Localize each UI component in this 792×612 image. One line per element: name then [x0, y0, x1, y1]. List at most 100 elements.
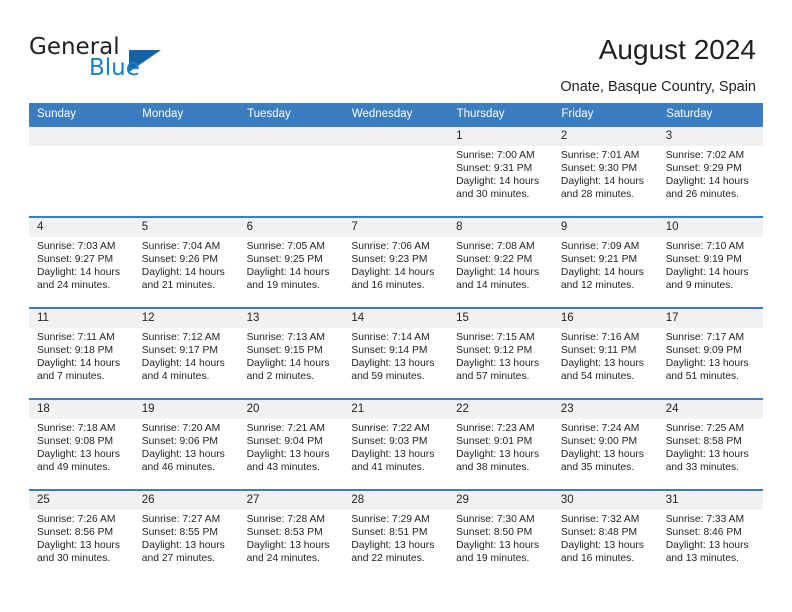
- calendar-day-cell[interactable]: 2 Sunrise: 7:01 AM Sunset: 9:30 PM Daylight…: [552, 125, 658, 217]
- calendar-day-cell[interactable]: 19 Sunrise: 7:20 AM Sunset: 9:06 PM Dayligh…: [133, 398, 239, 490]
- calendar-day-cell[interactable]: 9 Sunrise: 7:09 AM Sunset: 9:21 PM Daylight…: [552, 216, 658, 308]
- calendar-day-cell[interactable]: 12 Sunrise: 7:12 AM Sunset: 9:17 PM Dayligh…: [133, 307, 239, 399]
- sunset-text: Sunset: 8:46 PM: [665, 527, 742, 539]
- calendar-day-cell[interactable]: 25 Sunrise: 7:26 AM Sunset: 8:56 PM Dayligh…: [29, 489, 134, 580]
- calendar-day-cell[interactable]: 3 Sunrise: 7:02 AM Sunset: 9:29 PM Daylight…: [657, 125, 763, 217]
- calendar-day-cell[interactable]: 17 Sunrise: 7:17 AM Sunset: 9:09 PM Dayligh…: [657, 307, 763, 399]
- daylight-text-line2: and 9 minutes.: [665, 280, 734, 292]
- day-cell-29: 29 Sunrise: 7:30 AM Sunset: 8:50 PM Dayligh…: [448, 491, 553, 580]
- day-number: [343, 127, 449, 146]
- calendar-week-row: 11 Sunrise: 7:11 AM Sunset: 9:18 PM Dayligh…: [29, 307, 763, 399]
- day-details: Sunrise: 7:21 AM Sunset: 9:04 PM Daylight:…: [239, 419, 344, 474]
- daylight-text-line2: and 43 minutes.: [246, 462, 320, 474]
- day-details: Sunrise: 7:12 AM Sunset: 9:17 PM Daylight:…: [134, 328, 239, 383]
- calendar-day-cell[interactable]: [238, 125, 344, 217]
- daylight-text-line1: Daylight: 13 hours: [560, 449, 644, 461]
- daylight-text-line2: and 2 minutes.: [246, 371, 315, 383]
- day-cell-18: 18 Sunrise: 7:18 AM Sunset: 9:08 PM Dayligh…: [29, 400, 134, 489]
- sunrise-text: Sunrise: 7:04 AM: [141, 241, 221, 252]
- sunrise-text: Sunrise: 7:11 AM: [37, 332, 115, 343]
- day-details: Sunrise: 7:16 AM Sunset: 9:11 PM Daylight:…: [553, 328, 658, 383]
- daylight-text-line1: Daylight: 14 hours: [246, 267, 330, 279]
- calendar-day-cell[interactable]: 27 Sunrise: 7:28 AM Sunset: 8:53 PM Dayligh…: [238, 489, 344, 580]
- general-blue-logo[interactable]: General Blue: [29, 34, 259, 84]
- calendar-day-cell[interactable]: 24 Sunrise: 7:25 AM Sunset: 8:58 PM Dayligh…: [657, 398, 763, 490]
- sunrise-text: Sunrise: 7:02 AM: [665, 150, 745, 161]
- sunrise-text: Sunrise: 7:25 AM: [665, 423, 745, 434]
- daylight-text-line1: Daylight: 13 hours: [560, 540, 644, 552]
- daylight-text-line2: and 27 minutes.: [141, 553, 216, 565]
- calendar-day-cell[interactable]: 11 Sunrise: 7:11 AM Sunset: 9:18 PM Dayligh…: [29, 307, 134, 399]
- sunrise-text: Sunrise: 7:20 AM: [141, 423, 221, 434]
- calendar-day-cell[interactable]: 21 Sunrise: 7:22 AM Sunset: 9:03 PM Dayligh…: [343, 398, 449, 490]
- day-details: Sunrise: 7:10 AM Sunset: 9:19 PM Daylight:…: [658, 237, 763, 292]
- calendar-day-cell[interactable]: [29, 125, 134, 217]
- day-cell-26: 26 Sunrise: 7:27 AM Sunset: 8:55 PM Dayligh…: [133, 491, 239, 580]
- daylight-text-line1: Daylight: 13 hours: [37, 540, 120, 552]
- daylight-text-line2: and 30 minutes.: [456, 189, 530, 201]
- calendar-day-cell[interactable]: 1 Sunrise: 7:00 AM Sunset: 9:31 PM Daylight…: [448, 125, 553, 217]
- calendar-day-cell[interactable]: [133, 125, 239, 217]
- day-number: 4: [29, 218, 134, 237]
- sunset-text: Sunset: 9:09 PM: [665, 345, 742, 357]
- weekday-header-thursday: Thursday: [448, 103, 554, 126]
- day-number: 29: [448, 491, 553, 510]
- day-cell-20: 20 Sunrise: 7:21 AM Sunset: 9:04 PM Dayligh…: [238, 400, 344, 489]
- calendar-day-cell[interactable]: 23 Sunrise: 7:24 AM Sunset: 9:00 PM Dayligh…: [552, 398, 658, 490]
- day-number: 17: [657, 309, 763, 328]
- day-number: 30: [552, 491, 658, 510]
- sunset-text: Sunset: 9:08 PM: [37, 436, 114, 448]
- calendar-day-cell[interactable]: 7 Sunrise: 7:06 AM Sunset: 9:23 PM Daylight…: [343, 216, 449, 308]
- calendar-day-cell[interactable]: 30 Sunrise: 7:32 AM Sunset: 8:48 PM Dayligh…: [552, 489, 658, 580]
- day-number: 19: [133, 400, 239, 419]
- day-number: 20: [238, 400, 344, 419]
- daylight-text-line2: and 16 minutes.: [351, 280, 425, 292]
- daylight-text-line1: Daylight: 14 hours: [665, 267, 749, 279]
- sunrise-text: Sunrise: 7:08 AM: [456, 241, 535, 252]
- calendar-day-cell[interactable]: 18 Sunrise: 7:18 AM Sunset: 9:08 PM Dayligh…: [29, 398, 134, 490]
- sunset-text: Sunset: 9:04 PM: [246, 436, 323, 448]
- calendar-day-cell[interactable]: 10 Sunrise: 7:10 AM Sunset: 9:19 PM Dayligh…: [657, 216, 763, 308]
- daylight-text-line1: Daylight: 14 hours: [246, 358, 330, 370]
- day-cell-9: 9 Sunrise: 7:09 AM Sunset: 9:21 PM Daylight…: [552, 218, 658, 307]
- day-number: 8: [448, 218, 553, 237]
- calendar-day-cell[interactable]: 5 Sunrise: 7:04 AM Sunset: 9:26 PM Daylight…: [133, 216, 239, 308]
- calendar-day-cell[interactable]: 26 Sunrise: 7:27 AM Sunset: 8:55 PM Dayligh…: [133, 489, 239, 580]
- daylight-text-line1: Daylight: 13 hours: [246, 540, 330, 552]
- calendar-day-cell[interactable]: 14 Sunrise: 7:14 AM Sunset: 9:14 PM Dayligh…: [343, 307, 449, 399]
- daylight-text-line2: and 33 minutes.: [665, 462, 739, 474]
- calendar-day-cell[interactable]: 22 Sunrise: 7:23 AM Sunset: 9:01 PM Dayligh…: [448, 398, 553, 490]
- calendar-day-cell[interactable]: 20 Sunrise: 7:21 AM Sunset: 9:04 PM Dayligh…: [238, 398, 344, 490]
- calendar-day-cell[interactable]: 31 Sunrise: 7:33 AM Sunset: 8:46 PM Dayligh…: [657, 489, 763, 580]
- sunrise-text: Sunrise: 7:29 AM: [351, 514, 430, 525]
- calendar-day-cell[interactable]: [343, 125, 449, 217]
- calendar-day-cell[interactable]: 28 Sunrise: 7:29 AM Sunset: 8:51 PM Dayligh…: [343, 489, 449, 580]
- calendar-day-cell[interactable]: 13 Sunrise: 7:13 AM Sunset: 9:15 PM Dayligh…: [238, 307, 344, 399]
- calendar-day-cell[interactable]: 15 Sunrise: 7:15 AM Sunset: 9:12 PM Dayligh…: [448, 307, 553, 399]
- day-details: Sunrise: 7:33 AM Sunset: 8:46 PM Daylight:…: [658, 510, 763, 565]
- day-cell-19: 19 Sunrise: 7:20 AM Sunset: 9:06 PM Dayligh…: [133, 400, 239, 489]
- sunset-text: Sunset: 9:25 PM: [246, 254, 323, 266]
- day-details: Sunrise: 7:02 AM Sunset: 9:29 PM Daylight:…: [658, 146, 763, 201]
- daylight-text-line1: Daylight: 13 hours: [665, 358, 749, 370]
- day-number: 23: [552, 400, 658, 419]
- day-details: Sunrise: 7:15 AM Sunset: 9:12 PM Daylight:…: [448, 328, 553, 383]
- sunrise-text: Sunrise: 7:09 AM: [560, 241, 640, 252]
- day-cell-22: 22 Sunrise: 7:23 AM Sunset: 9:01 PM Dayligh…: [448, 400, 553, 489]
- calendar-day-cell[interactable]: 29 Sunrise: 7:30 AM Sunset: 8:50 PM Dayligh…: [448, 489, 553, 580]
- calendar-day-cell[interactable]: 8 Sunrise: 7:08 AM Sunset: 9:22 PM Daylight…: [448, 216, 553, 308]
- day-cell-23: 23 Sunrise: 7:24 AM Sunset: 9:00 PM Dayligh…: [552, 400, 658, 489]
- calendar-day-cell[interactable]: 4 Sunrise: 7:03 AM Sunset: 9:27 PM Daylight…: [29, 216, 134, 308]
- day-cell-4: 4 Sunrise: 7:03 AM Sunset: 9:27 PM Daylight…: [29, 218, 134, 307]
- page-title: August 2024: [598, 34, 756, 65]
- weekday-header-tuesday: Tuesday: [238, 103, 344, 126]
- daylight-text-line2: and 28 minutes.: [560, 189, 635, 201]
- calendar-day-cell[interactable]: 16 Sunrise: 7:16 AM Sunset: 9:11 PM Dayligh…: [552, 307, 658, 399]
- calendar-day-cell[interactable]: 6 Sunrise: 7:05 AM Sunset: 9:25 PM Daylight…: [238, 216, 344, 308]
- day-cell-27: 27 Sunrise: 7:28 AM Sunset: 8:53 PM Dayligh…: [238, 491, 344, 580]
- daylight-text-line1: Daylight: 13 hours: [246, 449, 330, 461]
- day-details: Sunrise: 7:22 AM Sunset: 9:03 PM Daylight:…: [343, 419, 448, 474]
- daylight-text-line1: Daylight: 14 hours: [37, 358, 120, 370]
- sunset-text: Sunset: 9:03 PM: [351, 436, 428, 448]
- day-details: Sunrise: 7:28 AM Sunset: 8:53 PM Daylight:…: [239, 510, 344, 565]
